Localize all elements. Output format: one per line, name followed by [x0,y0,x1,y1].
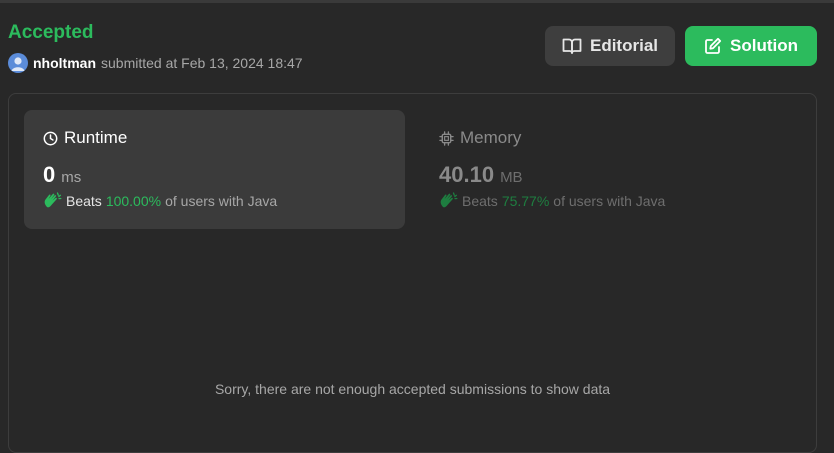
runtime-value: 0 [43,162,56,187]
submitted-time: submitted at Feb 13, 2024 18:47 [101,55,303,71]
runtime-beats-suffix: of users with Java [165,192,278,209]
editorial-label: Editorial [589,36,658,55]
clap-icon [44,192,62,208]
memory-beats-suffix: of users with Java [553,192,666,209]
runtime-unit: ms [61,169,82,186]
book-open-icon [562,38,582,54]
avatar[interactable] [8,53,28,73]
runtime-card[interactable]: Runtime 0 ms Beats 100.00% of users with… [24,110,405,229]
memory-card[interactable]: Memory 40.10 MB Beats 75.77% of users wi… [420,110,801,229]
memory-value: 40.10 [439,162,495,187]
chip-icon [439,130,454,146]
runtime-beats-pct: 100.00% [105,192,162,209]
submitter-line: nholtman submitted at Feb 13, 2024 18:47 [8,53,303,73]
memory-title: Memory [439,128,782,148]
empty-data-message: Sorry, there are not enough accepted sub… [214,381,611,397]
runtime-metric: 0 ms [43,162,386,188]
solution-label: Solution [730,36,798,55]
runtime-title: Runtime [43,128,386,148]
username-link[interactable]: nholtman [33,55,96,71]
memory-unit: MB [500,169,523,186]
memory-beats-pct: 75.77% [501,192,550,209]
runtime-title-text: Runtime [64,128,128,147]
editorial-button[interactable]: Editorial [545,26,675,66]
top-divider [0,0,834,3]
memory-beats-label: Beats [462,192,498,209]
stats-panel: Runtime 0 ms Beats 100.00% of users with… [8,93,817,453]
memory-title-text: Memory [460,128,522,147]
submission-status: Accepted [8,22,94,43]
memory-metric: 40.10 MB [439,162,782,188]
clap-icon [440,192,458,208]
runtime-beats-label: Beats [66,192,102,209]
runtime-beats: Beats 100.00% of users with Java [43,192,386,209]
user-icon [11,57,25,71]
clock-icon [43,131,58,145]
edit-icon [705,37,722,54]
solution-button[interactable]: Solution [685,26,817,66]
memory-beats: Beats 75.77% of users with Java [439,192,782,209]
